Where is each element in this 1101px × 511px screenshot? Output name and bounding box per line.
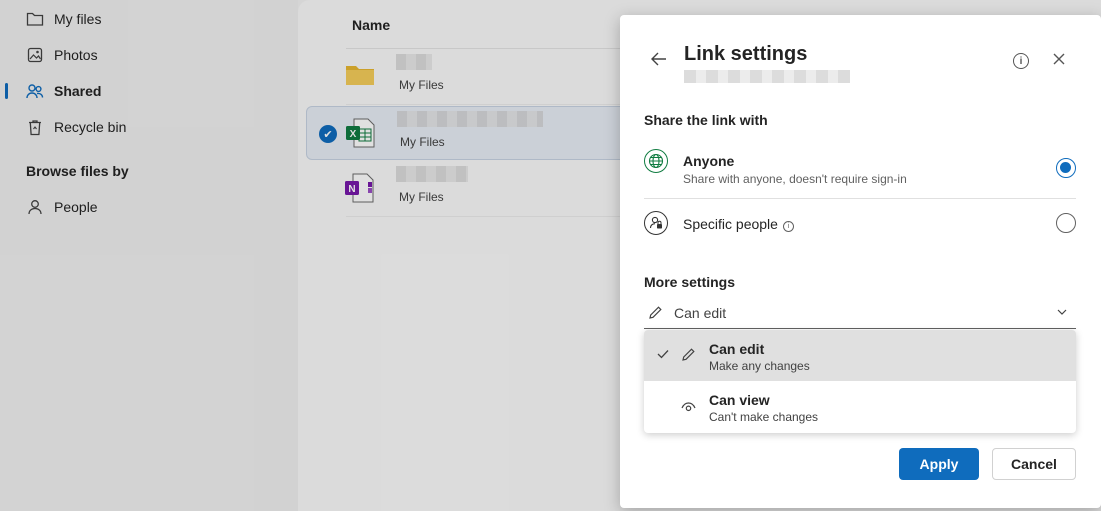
- info-icon[interactable]: i: [1013, 53, 1029, 69]
- globe-icon: [644, 149, 668, 173]
- dropdown-value: Can edit: [674, 305, 727, 321]
- back-arrow-icon[interactable]: [650, 51, 668, 72]
- pencil-icon: [681, 347, 696, 367]
- eye-icon: [681, 400, 696, 418]
- checkmark-icon: [657, 347, 669, 362]
- apply-button[interactable]: Apply: [899, 448, 979, 480]
- listbox-option-can-edit[interactable]: Can edit Make any changes: [644, 330, 1076, 381]
- people-lock-icon: [644, 211, 668, 235]
- option-label: Anyone: [683, 153, 735, 169]
- dialog-subtitle-redacted: [684, 70, 850, 83]
- option-description: Make any changes: [709, 359, 810, 373]
- pencil-icon: [648, 305, 663, 323]
- option-description: Share with anyone, doesn't require sign-…: [683, 172, 907, 186]
- option-label: Can edit: [709, 341, 765, 357]
- option-divider: [644, 198, 1076, 199]
- option-specific-people[interactable]: Specific people i: [644, 210, 1076, 240]
- permission-dropdown[interactable]: Can edit: [644, 299, 1076, 329]
- option-label: Specific people: [683, 216, 778, 232]
- option-label: Can view: [709, 392, 770, 408]
- info-icon[interactable]: i: [782, 221, 794, 232]
- close-icon[interactable]: [1052, 51, 1066, 71]
- listbox-option-can-view[interactable]: Can view Can't make changes: [644, 381, 1076, 432]
- cancel-button[interactable]: Cancel: [992, 448, 1076, 480]
- chevron-down-icon: [1056, 305, 1068, 321]
- option-anyone[interactable]: Anyone Share with anyone, doesn't requir…: [644, 148, 1076, 194]
- dialog-title: Link settings: [684, 43, 808, 65]
- link-settings-dialog: Link settings i Share the link with Anyo…: [620, 15, 1101, 508]
- option-description: Can't make changes: [709, 410, 819, 424]
- more-settings-heading: More settings: [644, 274, 736, 290]
- permission-listbox: Can edit Make any changes Can view Can't…: [644, 330, 1076, 433]
- option-label-row: Specific people i: [683, 216, 794, 232]
- radio-anyone[interactable]: [1056, 158, 1076, 178]
- share-with-heading: Share the link with: [644, 112, 768, 128]
- radio-specific-people[interactable]: [1056, 213, 1076, 233]
